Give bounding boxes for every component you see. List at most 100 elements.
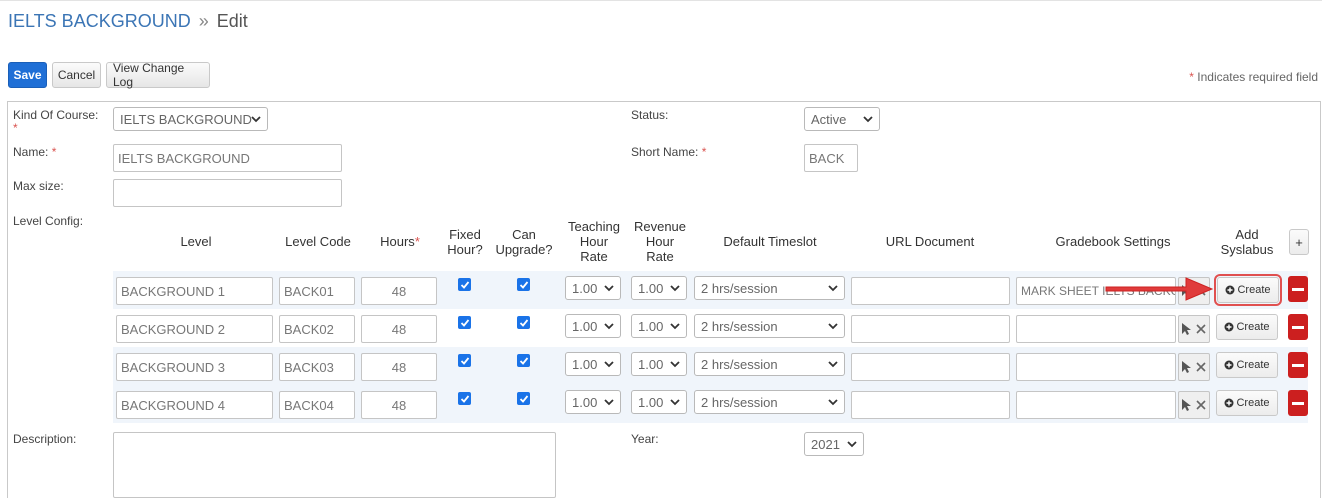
cursor-select-icon[interactable]	[1178, 316, 1194, 342]
url-document-input[interactable]	[851, 315, 1010, 343]
teaching-rate-select[interactable]: 1.00	[565, 352, 621, 376]
breadcrumb-current: Edit	[216, 11, 248, 31]
can-upgrade-checkbox[interactable]	[517, 392, 530, 405]
remove-row-button[interactable]	[1288, 390, 1308, 416]
col-fixed-hour-header: Fixed Hour?	[447, 227, 483, 257]
default-timeslot-select[interactable]: 2 hrs/session	[694, 352, 845, 376]
revenue-rate-select[interactable]: 1.00	[631, 314, 687, 338]
level-name-input[interactable]: BACKGROUND 1	[116, 277, 273, 305]
revenue-rate-select[interactable]: 1.00	[631, 390, 687, 414]
url-document-input[interactable]	[851, 277, 1010, 305]
kind-of-course-select[interactable]: IELTS BACKGROUND	[113, 107, 268, 131]
plus-circle-icon	[1225, 285, 1235, 295]
default-timeslot-select[interactable]: 2 hrs/session	[694, 390, 845, 414]
chevron-down-icon	[847, 441, 857, 448]
breadcrumb: IELTS BACKGROUND » Edit	[8, 11, 248, 32]
default-timeslot-select[interactable]: 2 hrs/session	[694, 276, 845, 300]
year-label: Year:	[631, 432, 659, 446]
gradebook-settings-field[interactable]	[1016, 315, 1176, 343]
col-level-header: Level	[180, 234, 212, 249]
clear-x-icon[interactable]	[1193, 354, 1209, 380]
remove-row-button[interactable]	[1288, 276, 1308, 302]
chevron-down-icon	[828, 361, 838, 368]
chevron-down-icon	[604, 285, 614, 292]
chevron-down-icon	[670, 285, 680, 292]
max-size-input[interactable]	[113, 179, 342, 207]
fixed-hour-checkbox[interactable]	[458, 354, 471, 367]
level-name-input[interactable]: BACKGROUND 3	[116, 353, 273, 381]
url-document-input[interactable]	[851, 353, 1010, 381]
level-name-input[interactable]: BACKGROUND 4	[116, 391, 273, 419]
chevron-down-icon	[604, 361, 614, 368]
check-icon	[519, 394, 528, 403]
level-config-label: Level Config:	[13, 214, 84, 228]
col-can-upgrade-header: Can Upgrade?	[495, 227, 553, 257]
gradebook-settings-field[interactable]	[1016, 353, 1176, 381]
check-icon	[460, 356, 469, 365]
check-icon	[519, 356, 528, 365]
check-icon	[460, 318, 469, 327]
fixed-hour-checkbox[interactable]	[458, 316, 471, 329]
fixed-hour-checkbox[interactable]	[458, 392, 471, 405]
default-timeslot-select[interactable]: 2 hrs/session	[694, 314, 845, 338]
teaching-rate-select[interactable]: 1.00	[565, 276, 621, 300]
remove-row-button[interactable]	[1288, 352, 1308, 378]
col-default-timeslot-header: Default Timeslot	[723, 234, 817, 249]
breadcrumb-parent-link[interactable]: IELTS BACKGROUND	[8, 11, 191, 31]
teaching-rate-select[interactable]: 1.00	[565, 390, 621, 414]
level-code-input[interactable]: BACK01	[279, 277, 355, 305]
name-input[interactable]: IELTS BACKGROUND	[113, 144, 342, 172]
level-name-input[interactable]: BACKGROUND 2	[116, 315, 273, 343]
hours-input[interactable]: 48	[361, 277, 437, 305]
can-upgrade-checkbox[interactable]	[517, 316, 530, 329]
hours-input[interactable]: 48	[361, 353, 437, 381]
level-code-input[interactable]: BACK03	[279, 353, 355, 381]
gradebook-settings-field[interactable]	[1016, 391, 1176, 419]
chevron-down-icon	[828, 323, 838, 330]
max-size-label: Max size:	[13, 179, 64, 193]
check-icon	[519, 280, 528, 289]
cancel-button[interactable]: Cancel	[52, 62, 101, 88]
col-teaching-rate-header: Teaching Hour Rate	[567, 219, 621, 264]
create-syllabus-button[interactable]: Create	[1216, 352, 1278, 378]
clear-x-icon[interactable]	[1193, 392, 1209, 418]
can-upgrade-checkbox[interactable]	[517, 354, 530, 367]
remove-row-button[interactable]	[1288, 314, 1308, 340]
view-change-log-button[interactable]: View Change Log	[106, 61, 210, 89]
check-icon	[519, 318, 528, 327]
status-select[interactable]: Active	[804, 107, 880, 131]
chevron-down-icon	[604, 399, 614, 406]
level-code-input[interactable]: BACK04	[279, 391, 355, 419]
clear-x-icon[interactable]	[1193, 316, 1209, 342]
fixed-hour-checkbox[interactable]	[458, 278, 471, 291]
col-url-document-header: URL Document	[885, 234, 975, 249]
revenue-rate-select[interactable]: 1.00	[631, 352, 687, 376]
chevron-down-icon	[863, 116, 873, 123]
col-level-code-header: Level Code	[285, 234, 351, 249]
can-upgrade-checkbox[interactable]	[517, 278, 530, 291]
chevron-down-icon	[828, 285, 838, 292]
teaching-rate-select[interactable]: 1.00	[565, 314, 621, 338]
description-textarea[interactable]	[113, 432, 556, 498]
cursor-select-icon[interactable]	[1178, 392, 1194, 418]
chevron-down-icon	[670, 323, 680, 330]
url-document-input[interactable]	[851, 391, 1010, 419]
create-syllabus-button[interactable]: Create	[1214, 274, 1282, 306]
year-select[interactable]: 2021	[804, 432, 864, 456]
chevron-down-icon	[670, 361, 680, 368]
level-code-input[interactable]: BACK02	[279, 315, 355, 343]
create-syllabus-button[interactable]: Create	[1216, 390, 1278, 416]
save-button[interactable]: Save	[8, 62, 47, 88]
hours-input[interactable]: 48	[361, 315, 437, 343]
add-level-row-button[interactable]: +	[1289, 229, 1309, 255]
revenue-rate-select[interactable]: 1.00	[631, 276, 687, 300]
hours-input[interactable]: 48	[361, 391, 437, 419]
chevron-down-icon	[604, 323, 614, 330]
cursor-select-icon[interactable]	[1178, 354, 1194, 380]
create-syllabus-button[interactable]: Create	[1216, 314, 1278, 340]
kind-of-course-label: Kind Of Course: *	[13, 108, 99, 135]
annotation-arrow-icon	[1105, 277, 1214, 301]
short-name-input[interactable]: BACK	[804, 144, 858, 172]
description-label: Description:	[13, 432, 77, 446]
plus-circle-icon	[1224, 398, 1234, 408]
